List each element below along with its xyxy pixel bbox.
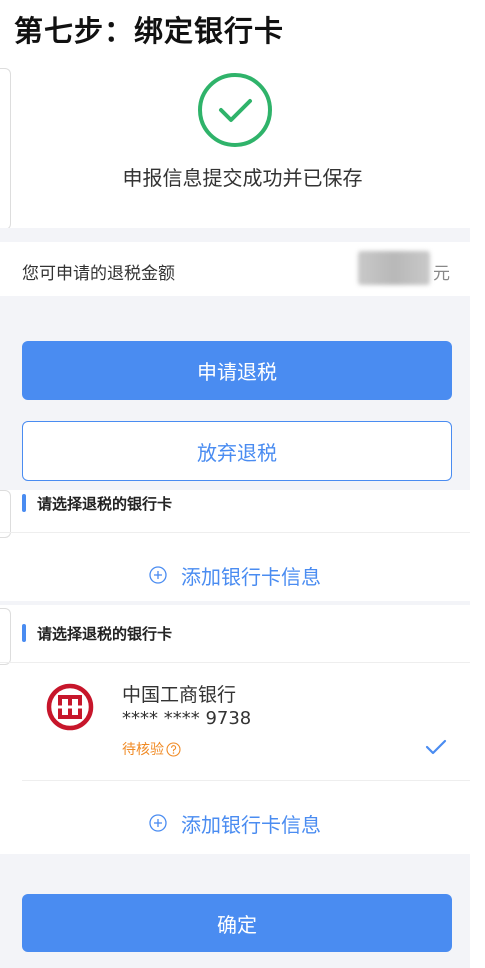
refund-amount-value-blurred <box>358 251 430 285</box>
refund-amount-unit: 元 <box>433 264 450 284</box>
plus-circle-icon <box>149 814 167 832</box>
card-edge <box>0 608 11 665</box>
card-edge <box>0 490 11 538</box>
divider <box>0 532 470 533</box>
divider <box>22 780 470 781</box>
bank-card-item[interactable] <box>0 668 470 780</box>
section-marker <box>22 624 26 642</box>
add-bank-card-button[interactable]: 添加银行卡信息 <box>0 557 470 593</box>
add-bank-card-button[interactable]: 添加银行卡信息 <box>0 805 470 841</box>
confirm-button[interactable]: 确定 <box>22 894 452 952</box>
refund-amount-label: 您可申请的退税金额 <box>22 264 175 284</box>
divider <box>0 662 470 663</box>
add-bank-card-label: 添加银行卡信息 <box>181 812 321 837</box>
plus-circle-icon <box>149 566 167 584</box>
add-bank-card-label: 添加银行卡信息 <box>181 564 321 589</box>
apply-refund-button[interactable]: 申请退税 <box>22 341 452 400</box>
section-title: 请选择退税的银行卡 <box>37 495 173 513</box>
success-check-icon <box>198 73 272 147</box>
separator-band <box>0 601 470 605</box>
abandon-refund-button[interactable]: 放弃退税 <box>22 421 452 481</box>
step-title: 第七步：绑定银行卡 <box>14 14 285 48</box>
success-message: 申报信息提交成功并已保存 <box>122 166 363 190</box>
separator-band <box>0 228 470 242</box>
card-edge <box>0 68 11 230</box>
section-marker <box>22 494 26 512</box>
section-title: 请选择退税的银行卡 <box>37 625 173 643</box>
